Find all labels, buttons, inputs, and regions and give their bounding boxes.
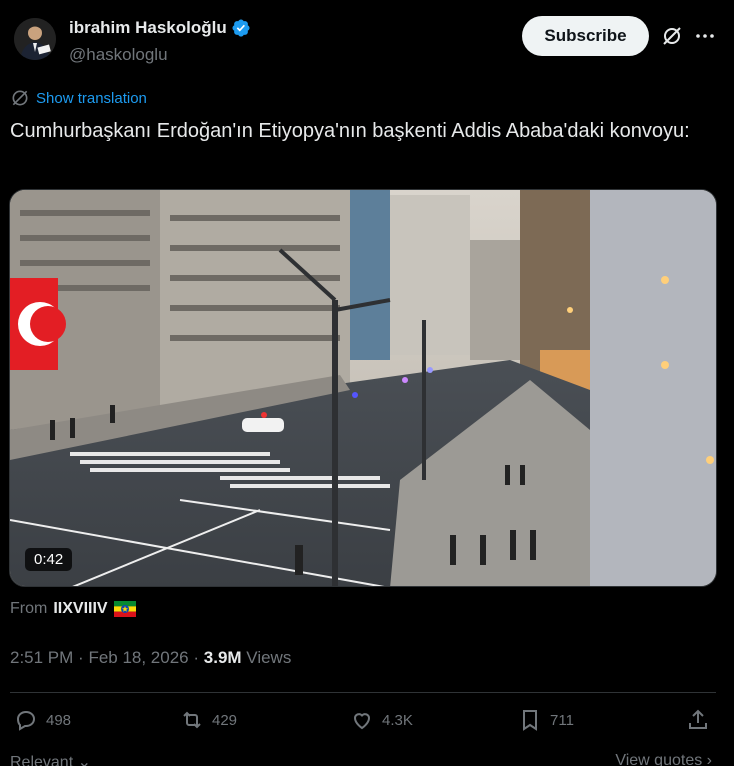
heart-icon <box>353 713 371 730</box>
tweet-meta: 2:51 PM · Feb 18, 2026 · 3.9M Views <box>10 648 291 668</box>
show-translation-label[interactable]: Show translation <box>36 90 147 107</box>
repost-count: 429 <box>212 711 238 729</box>
video-source: From IIXVIIIV <box>10 600 136 618</box>
avatar[interactable] <box>14 18 56 60</box>
show-translation[interactable]: Show translation <box>10 88 147 108</box>
divider <box>10 692 716 693</box>
view-quotes-label[interactable]: View quotes <box>615 752 702 766</box>
reply-count: 498 <box>46 711 72 729</box>
meta-separator: · <box>193 648 204 667</box>
share-button[interactable] <box>686 708 710 732</box>
grok-icon[interactable] <box>660 24 684 48</box>
meta-separator: · <box>78 648 89 667</box>
video-frame <box>10 190 716 586</box>
source-user-link[interactable]: IIXVIIIV <box>53 600 107 618</box>
subscribe-button[interactable]: Subscribe <box>522 16 649 56</box>
repost-button[interactable]: 429 <box>180 708 237 732</box>
tweet-text: Cumhurbaşkanı Erdoğan'ın Etiyopya'nın ba… <box>10 120 690 142</box>
author-handle[interactable]: @haskologlu <box>69 45 251 65</box>
chevron-down-icon: ⌄ <box>77 754 92 766</box>
views-label: Views <box>246 648 292 667</box>
share-icon <box>689 709 707 729</box>
bookmark-icon <box>523 710 537 731</box>
like-button[interactable]: 4.3K <box>350 708 413 732</box>
from-prefix: From <box>10 600 48 617</box>
sort-relevant-dropdown[interactable]: Relevant ⌄ <box>10 752 91 766</box>
verified-badge-icon[interactable] <box>231 18 251 38</box>
reply-icon <box>16 710 36 731</box>
views-count: 3.9M <box>203 648 242 667</box>
bookmark-count: 711 <box>550 711 574 729</box>
tweet-actions: 498 429 4.3K 711 <box>10 708 716 740</box>
chevron-right-icon: › <box>706 752 712 766</box>
tweet-date[interactable]: Feb 18, 2026 <box>88 648 188 667</box>
bookmark-button[interactable]: 711 <box>518 708 574 732</box>
tweet-header: ibrahim Haskoloğlu @haskologlu Subscribe <box>10 14 724 64</box>
reply-button[interactable]: 498 <box>14 708 71 732</box>
video-duration: 0:42 <box>25 548 73 571</box>
author-names: ibrahim Haskoloğlu @haskologlu <box>69 18 251 65</box>
view-quotes-link[interactable]: View quotes › <box>615 752 712 766</box>
translate-icon <box>12 90 28 106</box>
video-player[interactable]: 0:42 <box>9 189 717 587</box>
relevant-label[interactable]: Relevant <box>10 754 73 766</box>
like-count: 4.3K <box>382 711 413 729</box>
more-icon[interactable] <box>693 24 717 48</box>
author-display-name[interactable]: ibrahim Haskoloğlu <box>69 18 251 38</box>
display-name-text[interactable]: ibrahim Haskoloğlu <box>69 18 227 38</box>
ethiopia-flag-icon <box>113 601 136 617</box>
tweet-time[interactable]: 2:51 PM <box>10 648 73 667</box>
repost-icon <box>183 711 201 729</box>
